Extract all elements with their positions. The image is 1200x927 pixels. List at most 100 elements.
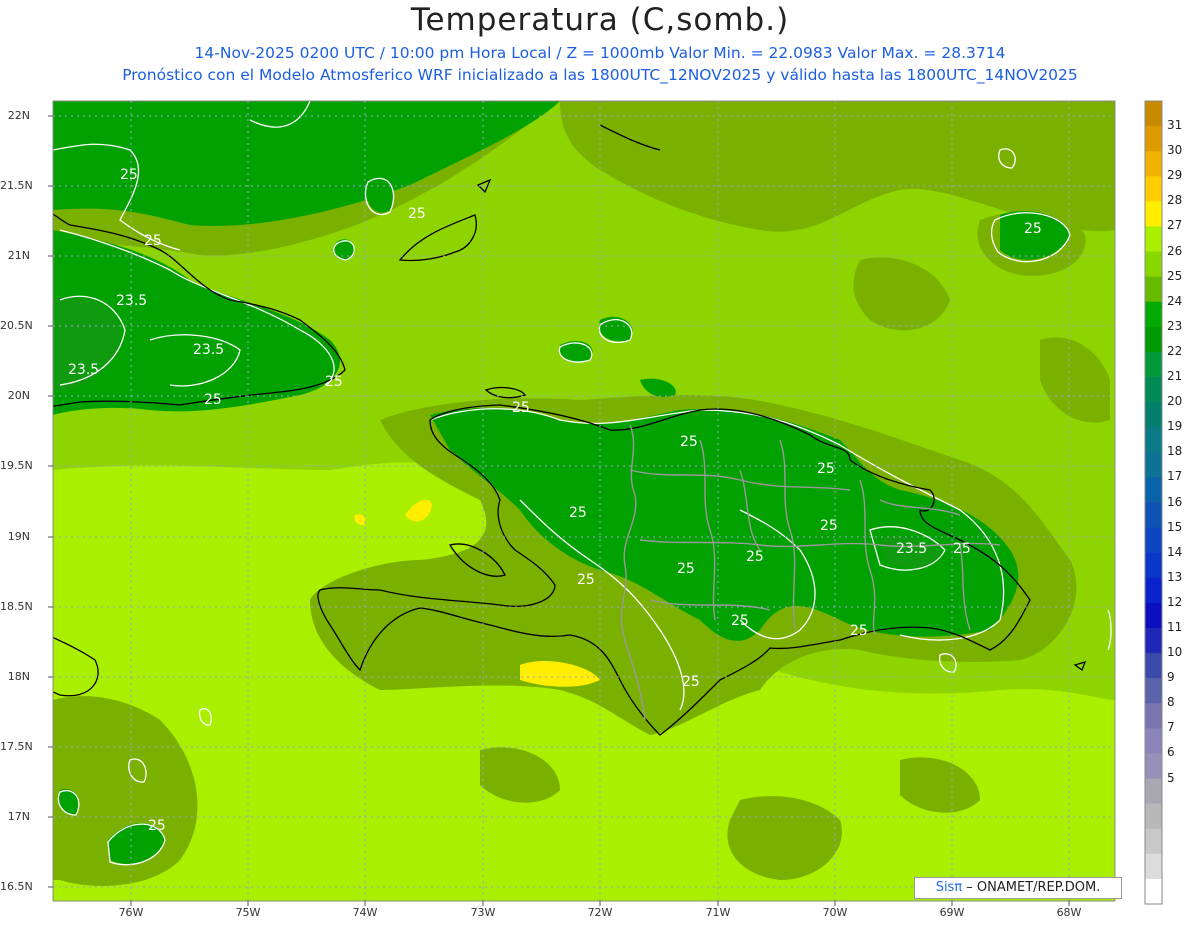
colorbar-swatch	[1145, 753, 1162, 780]
colorbar-swatch	[1145, 301, 1162, 328]
colorbar-tick-label: 11	[1167, 619, 1183, 634]
contour-label: 25	[204, 392, 222, 408]
lat-label: 20.5N	[0, 319, 33, 332]
colorbar-tick-label: 30	[1167, 143, 1183, 158]
colorbar-swatch	[1145, 878, 1162, 905]
colorbar-swatch	[1145, 151, 1162, 177]
colorbar-swatch	[1145, 427, 1162, 453]
colorbar-tick-label: 13	[1167, 569, 1183, 584]
lon-label: 74W	[352, 906, 378, 919]
colorbar-swatch	[1145, 126, 1162, 152]
lat-label: 16.5N	[0, 880, 33, 893]
colorbar-tick-label: 23	[1167, 318, 1183, 333]
colorbar-swatch	[1145, 803, 1162, 830]
colorbar-tick-label: 26	[1167, 243, 1183, 258]
lon-label: 71W	[705, 906, 731, 919]
colorbar-tick-label: 22	[1167, 343, 1183, 358]
lon-label: 73W	[470, 906, 496, 919]
contour-label: 25	[512, 400, 530, 416]
colorbar-tick-label: 17	[1167, 469, 1183, 484]
colorbar-swatch	[1145, 778, 1162, 805]
colorbar-tick-label: 9	[1167, 670, 1175, 685]
colorbar-tick-label: 24	[1167, 293, 1183, 308]
colorbar	[1144, 100, 1163, 905]
credit-org: – ONAMET/REP.DOM.	[962, 880, 1101, 895]
colorbar-swatch	[1145, 477, 1162, 503]
lat-label: 18.5N	[0, 600, 33, 613]
contour-label: 25	[144, 233, 162, 249]
colorbar-swatch	[1145, 251, 1162, 278]
contour-label: 23.5	[68, 362, 99, 378]
lat-label: 19N	[7, 530, 30, 543]
colorbar-tick-label: 27	[1167, 218, 1183, 233]
colorbar-swatch	[1145, 276, 1162, 303]
lat-label: 18N	[7, 670, 30, 683]
lon-label: 68W	[1056, 906, 1082, 919]
colorbar-tick-label: 29	[1167, 168, 1183, 183]
contour-label: 23.5	[896, 541, 927, 557]
lat-label: 17.5N	[0, 740, 33, 753]
contour-label: 25	[850, 623, 868, 639]
map-field: 25 25 23.5 23.5 23.5 25 25 25 25 25 25 2…	[53, 101, 1115, 901]
colorbar-tick-label: 5	[1167, 770, 1175, 785]
contour-label: 25	[1024, 221, 1042, 237]
contour-label: 25	[731, 613, 749, 629]
lon-label: 75W	[235, 906, 261, 919]
contour-label: 23.5	[193, 342, 224, 358]
lon-label: 76W	[118, 906, 144, 919]
lat-label: 21N	[7, 249, 30, 262]
colorbar-swatch	[1145, 678, 1162, 704]
contour-label: 25	[746, 549, 764, 565]
contour-label: 25	[408, 206, 426, 222]
colorbar-tick-label: 12	[1167, 594, 1183, 609]
colorbar-tick-label: 19	[1167, 419, 1183, 434]
colorbar-swatch	[1145, 527, 1162, 554]
colorbar-swatch	[1145, 703, 1162, 729]
colorbar-swatch	[1145, 653, 1162, 679]
colorbar-tick-label: 6	[1167, 745, 1175, 760]
colorbar-tick-label: 25	[1167, 268, 1183, 283]
lat-label: 22N	[7, 109, 30, 122]
colorbar-swatch	[1145, 627, 1162, 654]
colorbar-tick-label: 8	[1167, 695, 1175, 710]
colorbar-swatch	[1145, 577, 1162, 604]
lon-label: 72W	[587, 906, 613, 919]
contour-label: 25	[569, 505, 587, 521]
contour-label: 25	[817, 461, 835, 477]
colorbar-tick-label: 16	[1167, 494, 1183, 509]
colorbar-swatch	[1145, 853, 1162, 880]
temperature-map: 25 25 23.5 23.5 23.5 25 25 25 25 25 25 2…	[48, 100, 1163, 906]
contour-label: 25	[120, 167, 138, 183]
sispi-logo: Sisπ	[935, 880, 963, 895]
credit-box: Sisπ – ONAMET/REP.DOM.	[914, 877, 1122, 899]
colorbar-tick-label: 10	[1167, 645, 1183, 660]
contour-label: 25	[325, 374, 343, 390]
colorbar-tick-label: 18	[1167, 444, 1183, 459]
contour-label: 25	[682, 674, 700, 690]
colorbar-tick-label: 7	[1167, 720, 1175, 735]
colorbar-tick-label: 28	[1167, 193, 1183, 208]
colorbar-tick-label: 21	[1167, 369, 1183, 384]
colorbar-swatch	[1145, 552, 1162, 579]
colorbar-swatch	[1145, 351, 1162, 378]
colorbar-swatch	[1145, 452, 1162, 478]
colorbar-swatch	[1145, 326, 1162, 353]
lon-label: 69W	[939, 906, 965, 919]
colorbar-swatch	[1145, 201, 1162, 227]
colorbar-swatch	[1145, 377, 1162, 403]
colorbar-swatch	[1145, 226, 1162, 253]
lat-label: 17N	[7, 810, 30, 823]
colorbar-tick-label: 14	[1167, 544, 1183, 559]
colorbar-tick-label: 20	[1167, 394, 1183, 409]
contour-label: 23.5	[116, 293, 147, 309]
colorbar-swatch	[1145, 728, 1162, 754]
contour-label: 25	[820, 518, 838, 534]
lat-label: 19.5N	[0, 459, 33, 472]
contour-label: 25	[148, 818, 166, 834]
lon-label: 70W	[822, 906, 848, 919]
colorbar-swatch	[1145, 828, 1162, 855]
contour-label: 25	[677, 561, 695, 577]
colorbar-swatch	[1145, 502, 1162, 529]
lat-label: 20N	[7, 389, 30, 402]
colorbar-tick-label: 31	[1167, 118, 1183, 133]
